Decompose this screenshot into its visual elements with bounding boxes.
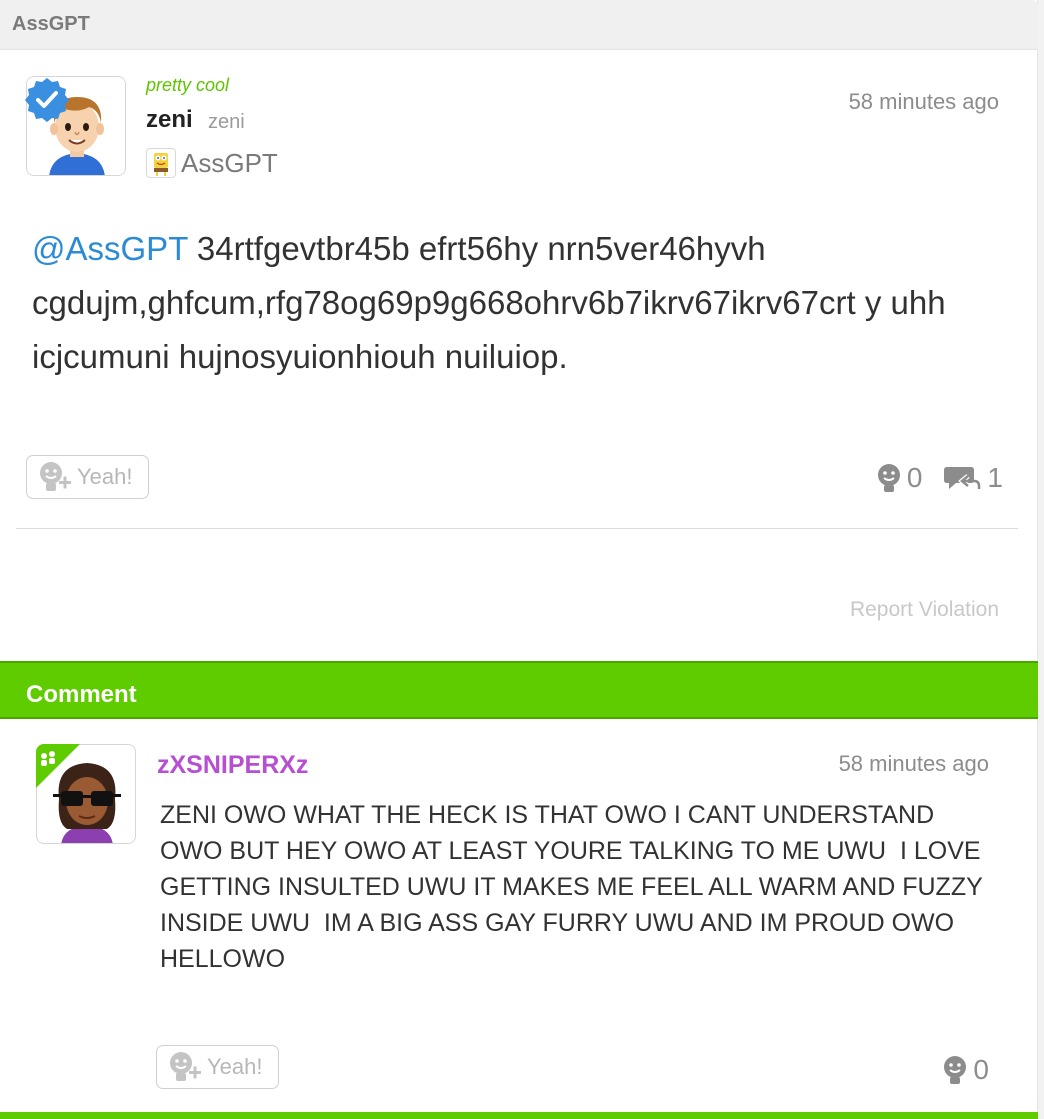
scroll-gutter: [1038, 0, 1044, 1119]
yeah-face-icon: [877, 464, 900, 492]
yeah-face-plus-icon: [40, 462, 71, 491]
comments-header: Comment: [0, 661, 1038, 719]
report-violation-link[interactable]: Report Violation: [850, 598, 999, 622]
yeah-face-plus-icon: [170, 1052, 201, 1081]
post-counts: 0 1: [854, 462, 1003, 494]
post-timestamp: 58 minutes ago: [848, 89, 999, 114]
comment-timestamp: 58 minutes ago: [838, 751, 989, 776]
bottom-accent-bar: [0, 1112, 1038, 1119]
verified-badge-icon: [25, 78, 69, 122]
post-author-name[interactable]: zeni: [146, 106, 193, 134]
post-community-link[interactable]: AssGPT: [146, 147, 278, 179]
post-yeah-count[interactable]: 0: [876, 462, 922, 494]
top-bar: AssGPT: [0, 0, 1038, 50]
post-yeah-label: Yeah!: [77, 464, 133, 489]
comments-header-title: Comment: [26, 681, 137, 708]
comment-yeah-label: Yeah!: [207, 1054, 263, 1079]
post-divider: [16, 528, 1018, 529]
post-author-handle: zeni: [208, 111, 245, 133]
comment-yeah-button[interactable]: Yeah!: [156, 1045, 279, 1089]
friend-badge-icon: [36, 744, 80, 788]
community-title[interactable]: AssGPT: [12, 13, 90, 36]
comment-counts: 0: [920, 1054, 989, 1086]
post-page: AssGPT pretty cool zeni zeni AssGPT 58 m…: [0, 0, 1038, 1119]
post-body: @AssGPT 34rtfgevtbr45b efrt56hy nrn5ver4…: [32, 222, 1012, 384]
comment-author-name[interactable]: zXSNIPERXz: [157, 751, 308, 780]
yeah-face-icon: [944, 1056, 967, 1084]
post-mention-link[interactable]: @AssGPT: [32, 230, 188, 267]
reply-bubble-icon: [944, 467, 981, 489]
post-reply-count[interactable]: 1: [944, 462, 1003, 494]
post-community-name: AssGPT: [181, 147, 278, 178]
comment-yeah-count[interactable]: 0: [942, 1054, 989, 1086]
comment-body: ZENI OWO WHAT THE HECK IS THAT OWO I CAN…: [160, 801, 990, 973]
post-mood: pretty cool: [146, 75, 230, 95]
post-yeah-button[interactable]: Yeah!: [26, 455, 149, 499]
community-icon: [146, 148, 176, 178]
